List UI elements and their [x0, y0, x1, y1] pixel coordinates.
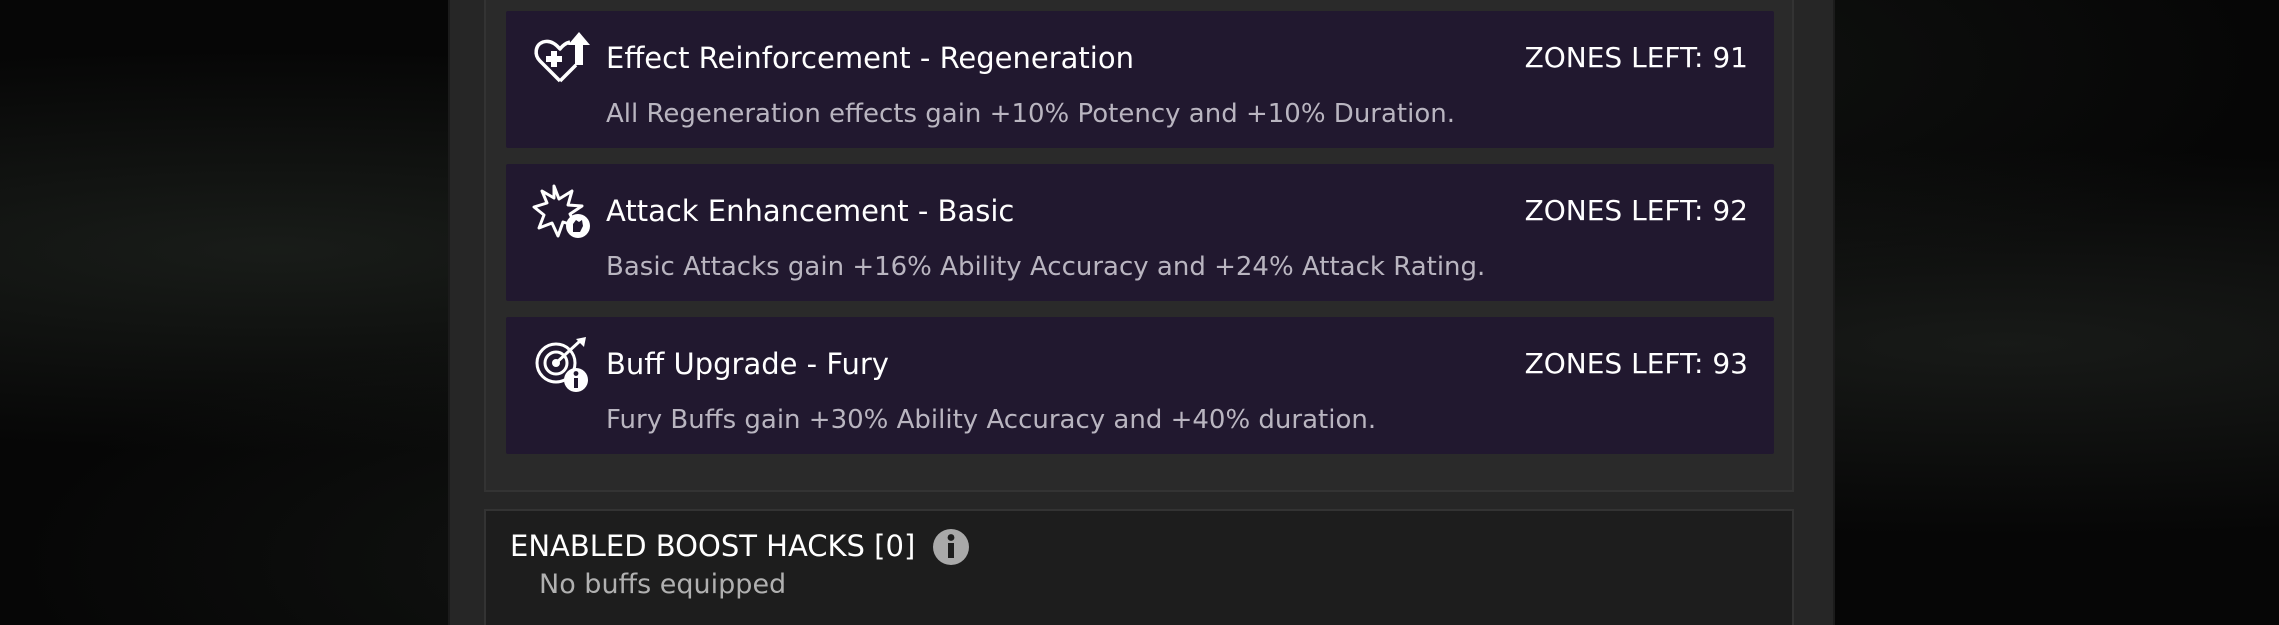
- hack-title: Effect Reinforcement - Regeneration: [606, 41, 1134, 75]
- hack-description: All Regeneration effects gain +10% Poten…: [606, 99, 1455, 129]
- heart-plus-arrow-icon: [534, 32, 590, 83]
- target-arrow-info-icon: [535, 337, 588, 392]
- no-buffs-text: No buffs equipped: [539, 569, 787, 600]
- zones-left-label: ZONES LEFT: 92: [1524, 194, 1748, 227]
- info-icon[interactable]: [932, 528, 970, 566]
- enabled-boost-hacks-title: ENABLED BOOST HACKS [0]: [510, 529, 916, 563]
- hack-title: Buff Upgrade - Fury: [606, 347, 889, 381]
- zones-left-label: ZONES LEFT: 91: [1524, 41, 1748, 74]
- hack-card-regeneration[interactable]: Effect Reinforcement - Regeneration ZONE…: [506, 11, 1774, 148]
- hack-title: Attack Enhancement - Basic: [606, 194, 1015, 228]
- star-burst-fist-icon: [532, 184, 590, 238]
- hack-description: Fury Buffs gain +30% Ability Accuracy an…: [606, 405, 1377, 435]
- hack-card-attack-enhancement[interactable]: Attack Enhancement - Basic ZONES LEFT: 9…: [506, 164, 1774, 301]
- hack-card-buff-upgrade[interactable]: Buff Upgrade - Fury ZONES LEFT: 93 Fury …: [506, 317, 1774, 454]
- zones-left-label: ZONES LEFT: 93: [1524, 347, 1748, 380]
- enabled-boost-hacks-panel: ENABLED BOOST HACKS [0] No buffs equippe…: [484, 509, 1794, 625]
- hack-description: Basic Attacks gain +16% Ability Accuracy…: [606, 252, 1486, 282]
